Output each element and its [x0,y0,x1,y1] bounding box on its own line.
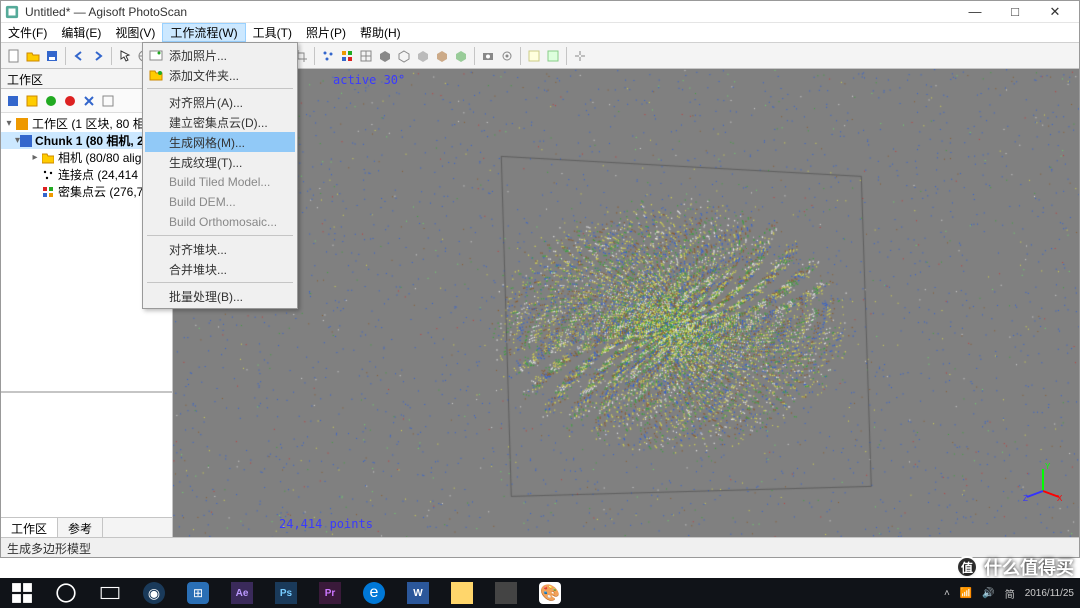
menu-tools[interactable]: 工具(T) [246,23,299,42]
view-mode-label: active 30° [333,73,405,87]
lower-panel [1,392,172,517]
undo-icon[interactable] [70,47,88,65]
minimize-button[interactable]: — [955,2,995,22]
tray-up-icon[interactable]: ˄ [944,588,950,599]
view-textured-icon[interactable] [433,47,451,65]
details-icon[interactable] [100,93,116,109]
view-mesh-icon[interactable] [357,47,375,65]
menu-view[interactable]: 视图(V) [108,23,162,42]
title-bar: Untitled* — Agisoft PhotoScan — □ ✕ [1,1,1079,23]
densecloud-icon [41,185,55,199]
axis-gizmo: Y X Z [1023,461,1063,501]
menu-build-tiled[interactable]: Build Tiled Model... [145,172,295,192]
tiepoints-icon [41,168,55,182]
menu-build-dense[interactable]: 建立密集点云(D)... [145,112,295,132]
app1-icon[interactable]: ◉ [132,578,176,608]
menu-build-ortho[interactable]: Build Orthomosaic... [145,212,295,232]
3d-viewport[interactable]: active 30° 24,414 points Y X Z [173,69,1079,537]
menu-build-texture[interactable]: 生成纹理(T)... [145,152,295,172]
menu-build-dem[interactable]: Build DEM... [145,192,295,212]
menu-batch[interactable]: 批量处理(B)... [145,286,295,306]
point-cloud-canvas [173,69,1079,537]
premiere-icon[interactable]: Pr [308,578,352,608]
taskview-icon[interactable] [88,578,132,608]
maximize-button[interactable]: □ [995,2,1035,22]
add-photos-icon [149,48,163,62]
add-chunk-icon[interactable] [5,93,21,109]
workspace-icon [15,117,29,131]
paint-icon[interactable]: 🎨 [528,578,572,608]
photoshop-icon[interactable]: Ps [264,578,308,608]
tray-ime-icon[interactable]: 简 [1005,586,1015,601]
taskbar[interactable]: ◉ ⊞ Ae Ps Pr e W 🎨 ˄ 📶 🔊 简 2016/11/25 [0,578,1080,608]
view-points-icon[interactable] [319,47,337,65]
app2-icon[interactable]: ⊞ [176,578,220,608]
watermark: 值 什么值得买 [956,554,1074,580]
tray-network-icon[interactable]: 📶 [960,588,972,599]
status-text: 生成多边形模型 [7,542,91,556]
edge-icon[interactable]: e [352,578,396,608]
explorer-icon[interactable] [440,578,484,608]
reset-view-icon[interactable] [571,47,589,65]
menu-add-folder[interactable]: 添加文件夹... [145,65,295,85]
camera-icon[interactable] [479,47,497,65]
folder-icon [41,151,55,165]
window-title: Untitled* — Agisoft PhotoScan [25,5,955,19]
status-bar: 生成多边形模型 [1,537,1079,557]
add-photos-icon[interactable] [24,93,40,109]
watermark-text: 什么值得买 [984,554,1074,580]
menu-edit[interactable]: 编辑(E) [54,23,108,42]
workflow-menu: 添加照片... 添加文件夹... 对齐照片(A)... 建立密集点云(D)...… [142,42,298,309]
app3-icon[interactable] [484,578,528,608]
redo-icon[interactable] [89,47,107,65]
view-wire-icon[interactable] [395,47,413,65]
system-tray[interactable]: ˄ 📶 🔊 简 2016/11/25 [944,586,1080,601]
tray-volume-icon[interactable]: 🔊 [982,588,994,599]
view-shaded-icon[interactable] [414,47,432,65]
svg-text:Y: Y [1045,462,1051,471]
open-icon[interactable] [24,47,42,65]
markers-icon[interactable] [498,47,516,65]
menu-file[interactable]: 文件(F) [1,23,54,42]
panel-tabs: 工作区 参考 [1,517,172,537]
pointer-icon[interactable] [116,47,134,65]
word-icon[interactable]: W [396,578,440,608]
show-trackball-icon[interactable] [544,47,562,65]
svg-text:Z: Z [1023,494,1028,501]
remove-icon[interactable] [81,93,97,109]
tab-reference[interactable]: 参考 [58,518,103,537]
menu-align-chunks[interactable]: 对齐堆块... [145,239,295,259]
save-icon[interactable] [43,47,61,65]
svg-text:X: X [1057,494,1063,501]
menu-photo[interactable]: 照片(P) [299,23,353,42]
menu-bar: 文件(F) 编辑(E) 视图(V) 工作流程(W) 工具(T) 照片(P) 帮助… [1,23,1079,43]
menu-merge-chunks[interactable]: 合并堆块... [145,259,295,279]
view-solid-icon[interactable] [376,47,394,65]
disable-icon[interactable] [62,93,78,109]
cortana-icon[interactable] [44,578,88,608]
chunk-icon [20,134,32,148]
menu-build-mesh[interactable]: 生成网格(M)... [145,132,295,152]
app-icon [5,5,19,19]
add-folder-icon [149,68,163,82]
view-dense-icon[interactable] [338,47,356,65]
point-count-label: 24,414 points [279,517,373,531]
aftereffects-icon[interactable]: Ae [220,578,264,608]
tray-clock[interactable]: 2016/11/25 [1025,588,1074,599]
new-icon[interactable] [5,47,23,65]
menu-help[interactable]: 帮助(H) [353,23,408,42]
start-button[interactable] [0,578,44,608]
menu-workflow[interactable]: 工作流程(W) [162,23,245,42]
menu-add-photos[interactable]: 添加照片... [145,45,295,65]
view-tiled-icon[interactable] [452,47,470,65]
enable-icon[interactable] [43,93,59,109]
tab-workspace[interactable]: 工作区 [1,518,58,537]
watermark-badge-icon: 值 [956,556,978,578]
show-region-icon[interactable] [525,47,543,65]
close-button[interactable]: ✕ [1035,2,1075,22]
menu-align-photos[interactable]: 对齐照片(A)... [145,92,295,112]
